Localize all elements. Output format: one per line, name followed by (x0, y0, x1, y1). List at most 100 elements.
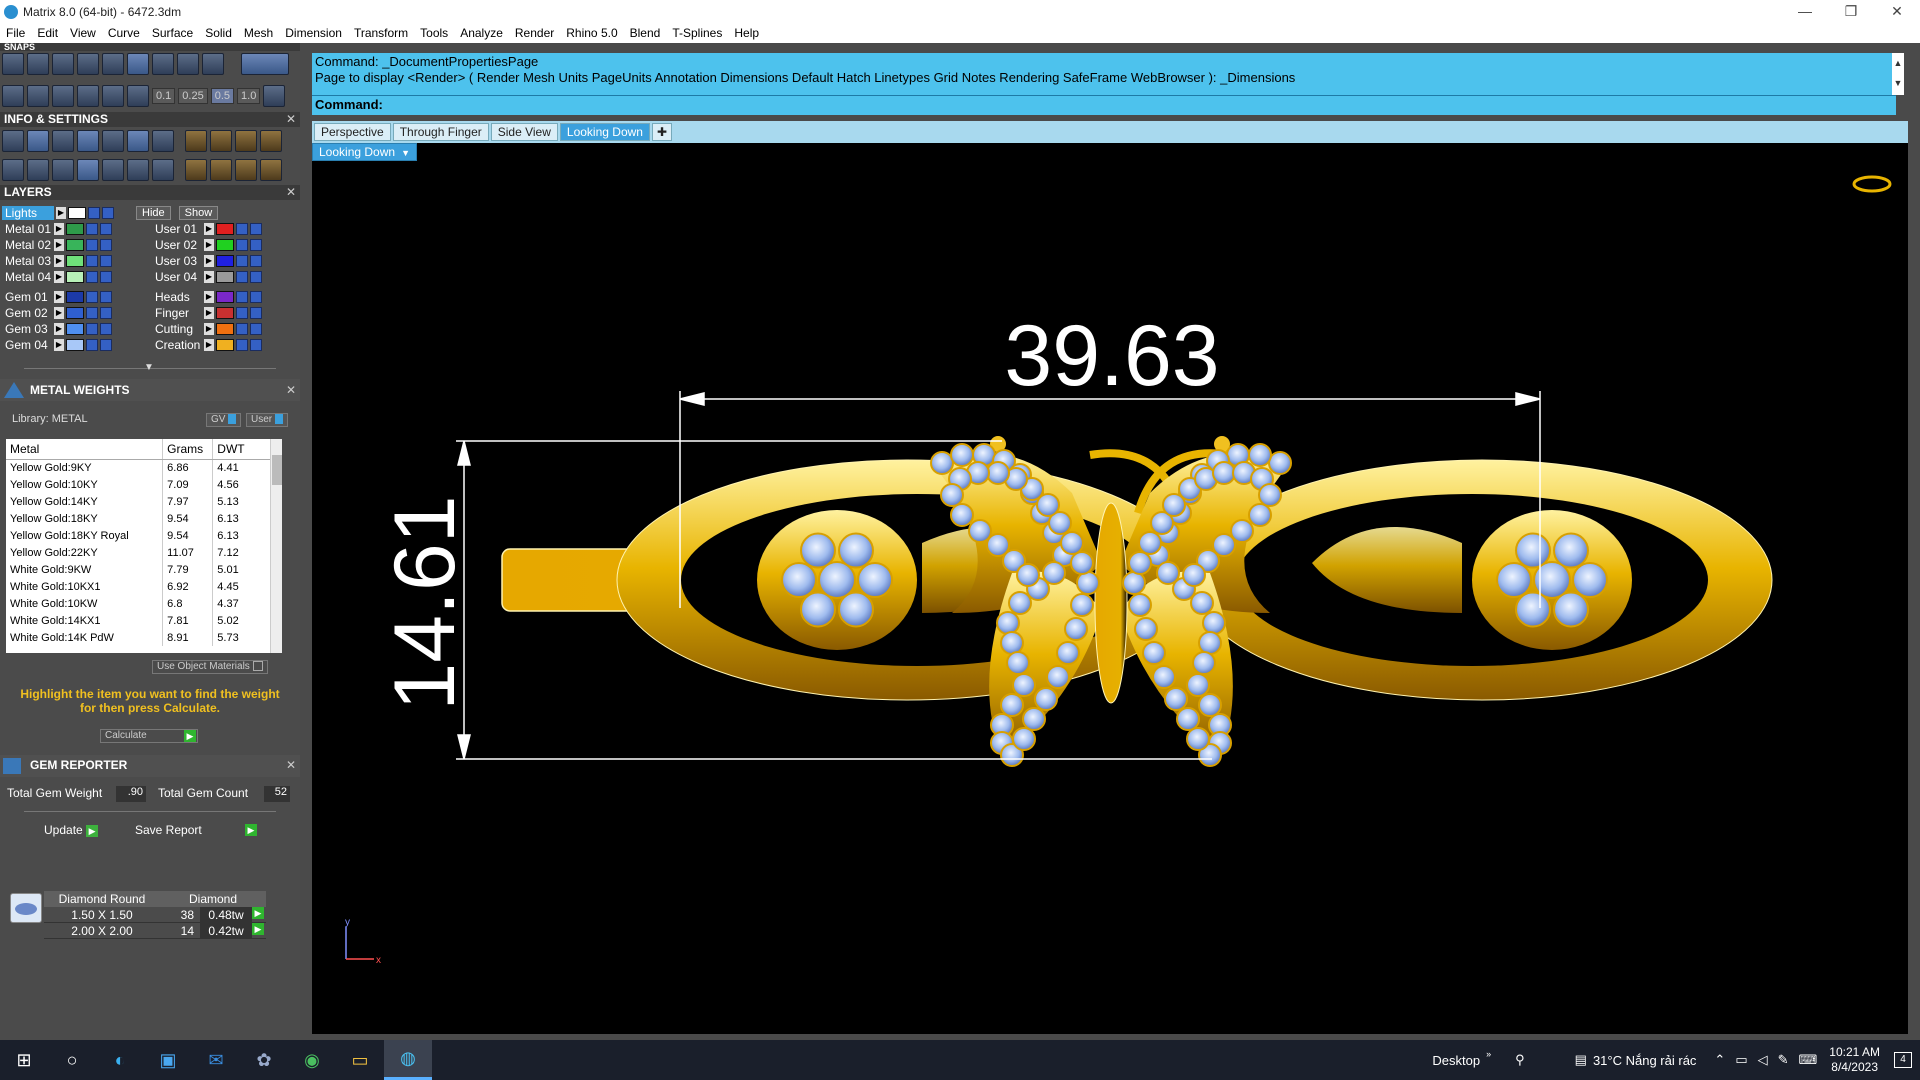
snap-mid-icon[interactable] (177, 53, 199, 75)
notification-icon[interactable]: 4 (1894, 1052, 1912, 1068)
metal-row[interactable]: Yellow Gold:22KY 11.07 7.12 (6, 544, 276, 561)
settings-gear-icon[interactable] (2, 130, 24, 152)
render-material-icon[interactable] (235, 130, 257, 152)
snap-perp-icon[interactable] (202, 53, 224, 75)
gem-row-go-icon[interactable]: ▶ (252, 923, 264, 935)
gem-reporter-close-icon[interactable]: ✕ (286, 755, 296, 775)
layer-arrow-icon[interactable]: ▶ (54, 306, 64, 319)
snap-center-icon[interactable] (152, 53, 174, 75)
file-explorer-icon[interactable]: ▭ (336, 1040, 384, 1080)
snap-cursor-icon[interactable] (127, 85, 149, 107)
layer-lock-icon[interactable] (236, 254, 248, 267)
layer-visible-icon[interactable] (250, 322, 262, 335)
panel-icon[interactable] (77, 159, 99, 181)
snap-tan-icon[interactable] (77, 85, 99, 107)
gem-row-go-icon[interactable]: ▶ (252, 907, 264, 919)
layer-lock-icon[interactable] (236, 222, 248, 235)
store-icon[interactable]: ▣ (144, 1040, 192, 1080)
layer-name[interactable]: Metal 03 (2, 254, 54, 268)
layer-arrow-icon[interactable]: ▶ (204, 222, 214, 235)
layer-visible-icon[interactable] (100, 338, 112, 351)
tools-icon[interactable] (127, 159, 149, 181)
layer-color-swatch[interactable] (216, 322, 234, 335)
layer-arrow-icon[interactable]: ▶ (204, 306, 214, 319)
snap-project-icon[interactable] (27, 85, 49, 107)
menu-analyze[interactable]: Analyze (460, 26, 503, 40)
clock[interactable]: 10:21 AM 8/4/2023 (1829, 1045, 1880, 1075)
snap-grid-icon[interactable] (2, 53, 24, 75)
menu-tools[interactable]: Tools (420, 26, 448, 40)
desktop-toolbar-label[interactable]: Desktop (1432, 1053, 1480, 1068)
metal-row[interactable]: White Gold:14K PdW 8.91 5.73 (6, 629, 276, 646)
layer-lock-icon[interactable] (86, 322, 98, 335)
show-hidden-icon[interactable]: ⌃ (1714, 1052, 1725, 1068)
layer-name[interactable]: Gem 01 (2, 290, 54, 304)
layer-lock-icon[interactable] (236, 270, 248, 283)
export-icon[interactable] (152, 159, 174, 181)
metal-row[interactable]: Yellow Gold:10KY 7.09 4.56 (6, 476, 276, 493)
metal-row[interactable]: White Gold:10KX1 6.92 4.45 (6, 578, 276, 595)
layer-visible-icon[interactable] (100, 306, 112, 319)
menu-curve[interactable]: Curve (108, 26, 140, 40)
window-icon[interactable] (27, 159, 49, 181)
windows-start-icon[interactable]: ⊞ (0, 1040, 48, 1080)
box-icon[interactable] (52, 159, 74, 181)
layer-name[interactable]: Cutting (152, 322, 204, 336)
col-grams[interactable]: Grams (162, 439, 214, 460)
lights-layer[interactable]: Lights (2, 205, 54, 220)
tab-perspective[interactable]: Perspective (314, 123, 391, 141)
layer-arrow-icon[interactable]: ▶ (54, 322, 64, 335)
hide-button[interactable]: Hide (136, 205, 171, 220)
edge-browser-icon[interactable]: ◐ (96, 1040, 144, 1080)
matrix-app-icon[interactable]: ◍ (384, 1040, 432, 1080)
snap-value-05[interactable]: 0.5 (210, 88, 235, 104)
layer-lock-icon[interactable] (236, 322, 248, 335)
layer-lock-icon[interactable] (236, 338, 248, 351)
restore-button[interactable]: ❐ (1828, 0, 1874, 23)
layer-lock-icon[interactable] (236, 306, 248, 319)
menu-view[interactable]: View (70, 26, 96, 40)
lights-arrow-icon[interactable]: ▶ (56, 206, 66, 219)
metal-row[interactable]: White Gold:14KX1 7.81 5.02 (6, 612, 276, 629)
menu-surface[interactable]: Surface (152, 26, 193, 40)
layer-visible-icon[interactable] (100, 270, 112, 283)
layer-visible-icon[interactable] (250, 238, 262, 251)
layer-lock-icon[interactable] (86, 222, 98, 235)
lights-lock-icon[interactable] (88, 206, 100, 219)
cube-icon[interactable] (77, 130, 99, 152)
tab-looking-down[interactable]: Looking Down (559, 123, 650, 141)
layer-name[interactable]: Metal 01 (2, 222, 54, 236)
add-tab-icon[interactable]: ✚ (651, 123, 673, 141)
layer-visible-icon[interactable] (100, 238, 112, 251)
layer-color-swatch[interactable] (66, 338, 84, 351)
desktop-expand-icon[interactable]: » (1486, 1049, 1491, 1059)
layer-visible-icon[interactable] (250, 222, 262, 235)
layer-color-swatch[interactable] (216, 306, 234, 319)
layer-name[interactable]: Creation (152, 338, 204, 352)
metal-weights-close-icon[interactable]: ✕ (286, 379, 296, 401)
zoom-icon[interactable] (27, 130, 49, 152)
layer-row[interactable]: Cutting ▶ (152, 321, 262, 336)
layer-arrow-icon[interactable]: ▶ (204, 270, 214, 283)
render-view-icon[interactable] (210, 130, 232, 152)
col-dwt[interactable]: DWT (212, 439, 276, 460)
document-icon[interactable] (102, 130, 124, 152)
layer-lock-icon[interactable] (86, 238, 98, 251)
use-object-materials-button[interactable]: Use Object Materials (152, 660, 268, 674)
camera-icon[interactable] (210, 159, 232, 181)
layer-color-swatch[interactable] (216, 338, 234, 351)
layer-row[interactable]: Gem 03 ▶ (2, 321, 112, 336)
output-icon[interactable] (260, 159, 282, 181)
layer-color-swatch[interactable] (66, 270, 84, 283)
layer-color-swatch[interactable] (216, 270, 234, 283)
search-icon[interactable]: ○ (48, 1040, 96, 1080)
metal-row[interactable]: Yellow Gold:18KY 9.54 6.13 (6, 510, 276, 527)
col-metal[interactable]: Metal (6, 439, 164, 460)
tab-side-view[interactable]: Side View (490, 123, 558, 141)
use-object-materials-checkbox[interactable] (252, 661, 263, 672)
layer-row[interactable]: User 03 ▶ (152, 253, 262, 268)
command-scrollbar[interactable]: ▲ ▼ (1892, 53, 1904, 95)
menu-solid[interactable]: Solid (205, 26, 232, 40)
chrome-icon[interactable]: ◉ (288, 1040, 336, 1080)
edit-icon[interactable] (127, 130, 149, 152)
